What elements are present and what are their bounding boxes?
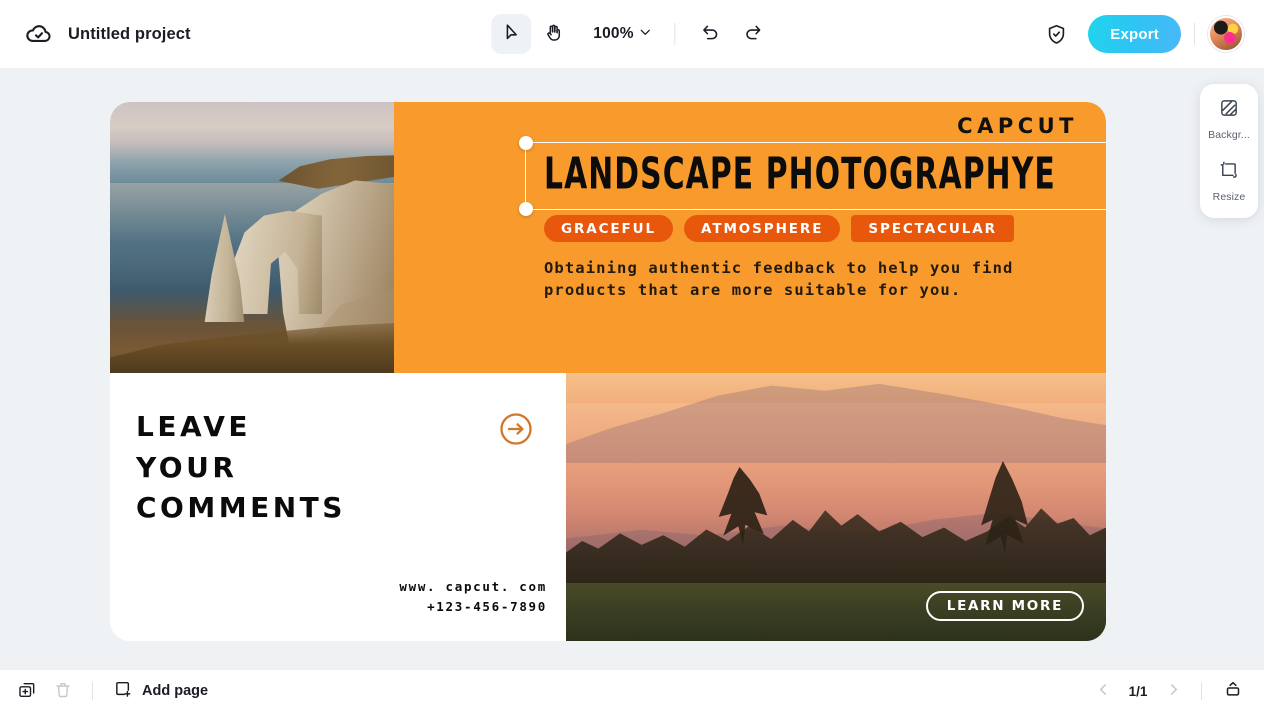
chevron-left-icon	[1095, 681, 1112, 701]
brand-logo-text[interactable]: CAPCUT	[957, 114, 1078, 138]
design-top-row: CAPCUT LANDSCAPE PHOTOGRAPHYE GRACEFUL A…	[110, 102, 1106, 373]
top-toolbar: Untitled project 100% Export	[0, 0, 1264, 69]
design-description[interactable]: Obtaining authentic feedback to help you…	[544, 257, 1104, 302]
design-bottom-row: LEAVE YOUR COMMENTS www. capcut. com +12…	[110, 373, 1106, 641]
export-button[interactable]: Export	[1088, 15, 1181, 53]
cloud-check-icon[interactable]	[24, 19, 54, 49]
topbar-right-actions: Export	[1036, 14, 1244, 54]
chevron-down-icon	[638, 24, 654, 45]
design-canvas[interactable]: CAPCUT LANDSCAPE PHOTOGRAPHYE GRACEFUL A…	[110, 102, 1106, 641]
tag-spectacular[interactable]: SPECTACULAR	[851, 215, 1014, 242]
shield-check-icon[interactable]	[1036, 14, 1076, 54]
next-page-button[interactable]	[1159, 677, 1187, 705]
duplicate-page-icon	[17, 680, 37, 703]
undo-icon	[700, 22, 721, 46]
learn-more-button[interactable]: LEARN MORE	[925, 591, 1084, 621]
background-hatch-icon	[1218, 97, 1240, 124]
canvas-workspace[interactable]: CAPCUT LANDSCAPE PHOTOGRAPHYE GRACEFUL A…	[0, 69, 1264, 669]
bottom-left-actions: Add page	[0, 675, 216, 708]
project-title[interactable]: Untitled project	[68, 25, 191, 44]
page-navigation: 1/1	[1089, 675, 1250, 707]
cursor-arrow-icon	[501, 22, 522, 46]
undo-button[interactable]	[691, 14, 731, 54]
contact-info: www. capcut. com +123-456-7890	[399, 577, 547, 618]
coastal-cliff-photo[interactable]	[110, 102, 394, 373]
project-info: Untitled project	[0, 19, 191, 49]
design-headline[interactable]: LANDSCAPE PHOTOGRAPHYE	[544, 149, 1056, 199]
phone-text[interactable]: +123-456-7890	[399, 597, 547, 617]
tag-row: GRACEFUL ATMOSPHERE SPECTACULAR	[544, 215, 1014, 242]
comments-panel[interactable]: LEAVE YOUR COMMENTS www. capcut. com +12…	[110, 373, 566, 641]
zoom-control[interactable]: 100%	[585, 20, 659, 49]
avatar[interactable]	[1208, 16, 1244, 52]
resize-handle-top-left[interactable]	[519, 136, 533, 150]
bottom-divider-right	[1201, 682, 1202, 700]
add-page-icon	[113, 679, 133, 704]
toolbar-divider	[674, 23, 676, 45]
redo-button[interactable]	[733, 14, 773, 54]
page-indicator: 1/1	[1128, 683, 1148, 699]
far-mountain-ridge	[566, 383, 1106, 463]
arrow-right-circle-icon[interactable]	[498, 411, 534, 452]
resize-handle-bottom-left[interactable]	[519, 202, 533, 216]
zoom-level-value: 100%	[593, 25, 634, 42]
sidebar-item-background[interactable]: Backgr...	[1202, 95, 1256, 143]
sidebar-label-resize: Resize	[1212, 191, 1246, 203]
comments-heading[interactable]: LEAVE YOUR COMMENTS	[136, 407, 346, 529]
add-page-button[interactable]: Add page	[105, 675, 216, 708]
delete-page-button[interactable]	[46, 675, 80, 707]
chevron-right-icon	[1165, 681, 1182, 701]
redo-icon	[742, 22, 763, 46]
collapse-panel-button[interactable]	[1216, 675, 1250, 707]
sidebar-item-resize[interactable]: Resize	[1202, 157, 1256, 205]
add-page-label: Add page	[142, 683, 209, 699]
tag-atmosphere[interactable]: ATMOSPHERE	[684, 215, 841, 242]
duplicate-page-button[interactable]	[10, 675, 44, 707]
floating-tools-panel: Backgr... Resize	[1200, 84, 1258, 218]
bottom-divider-left	[92, 682, 93, 700]
select-tool-button[interactable]	[491, 14, 532, 54]
prev-page-button[interactable]	[1089, 677, 1117, 705]
topbar-right-divider	[1194, 23, 1195, 45]
trash-icon	[53, 680, 73, 703]
website-text[interactable]: www. capcut. com	[399, 577, 547, 597]
tag-graceful[interactable]: GRACEFUL	[544, 215, 674, 242]
capcut-editor-window: Untitled project 100% Export CAPCUT LAND…	[0, 0, 1264, 712]
resize-icon	[1218, 159, 1240, 186]
sunset-mountain-photo[interactable]: LEARN MORE	[566, 373, 1106, 641]
hand-tool-button[interactable]	[533, 14, 573, 54]
hand-icon	[543, 22, 564, 46]
sidebar-label-background: Backgr...	[1208, 129, 1250, 141]
center-tools: 100%	[491, 14, 772, 54]
collapse-panel-icon	[1223, 680, 1243, 703]
bottom-bar: Add page 1/1	[0, 669, 1264, 712]
design-orange-panel[interactable]: CAPCUT LANDSCAPE PHOTOGRAPHYE GRACEFUL A…	[394, 102, 1106, 373]
